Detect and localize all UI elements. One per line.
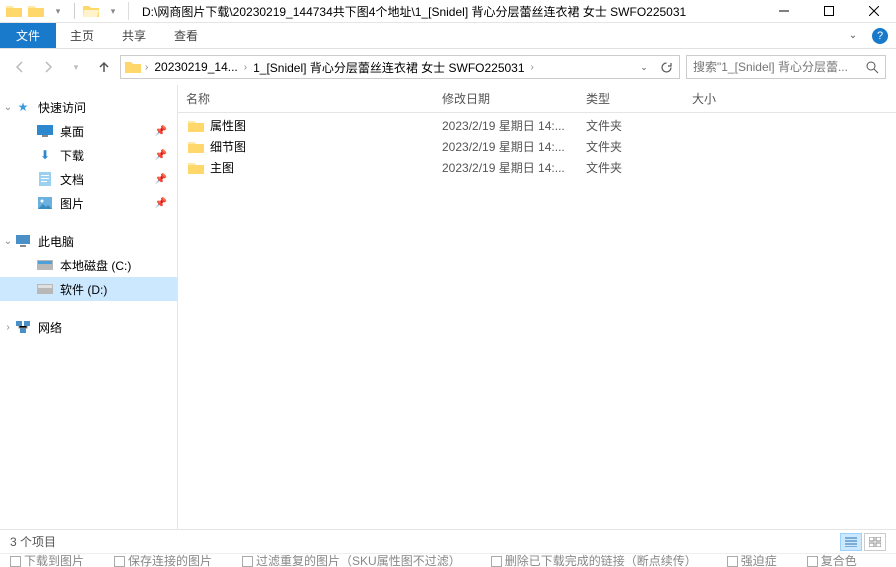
back-button[interactable] [10, 57, 30, 77]
window-title: D:\网商图片下载\20230219_144734共下图4个地址\1_[Snid… [136, 3, 761, 20]
item-date: 2023/2/19 星期日 14:... [442, 159, 586, 176]
status-text: 3 个项目 [10, 533, 56, 550]
ribbon-tabs: 文件 主页 共享 查看 ⌄ ? [0, 23, 896, 49]
ribbon-share-tab[interactable]: 共享 [108, 23, 160, 48]
ribbon-view-tab[interactable]: 查看 [160, 23, 212, 48]
list-item[interactable]: 属性图 2023/2/19 星期日 14:... 文件夹 [178, 115, 896, 136]
chevron-right-icon[interactable]: › [242, 62, 249, 73]
column-header-name[interactable]: 名称 [186, 90, 442, 107]
nav-this-pc[interactable]: ⌄ 此电脑 [0, 229, 177, 253]
column-headers: 名称 修改日期 类型 大小 [178, 85, 896, 113]
network-icon [14, 319, 32, 335]
document-icon [36, 171, 54, 187]
item-name: 细节图 [206, 138, 442, 155]
folder-icon [26, 1, 46, 21]
chevron-right-icon[interactable]: › [529, 62, 536, 73]
close-button[interactable] [851, 0, 896, 23]
address-dropdown-button[interactable]: ⌄ [633, 62, 655, 73]
breadcrumb-segment[interactable]: 20230219_14... [150, 60, 241, 74]
view-thumbnails-button[interactable] [864, 533, 886, 551]
folder-icon [186, 161, 206, 175]
search-input[interactable] [687, 60, 859, 74]
list-item[interactable]: 主图 2023/2/19 星期日 14:... 文件夹 [178, 157, 896, 178]
item-type: 文件夹 [586, 159, 692, 176]
item-name: 主图 [206, 159, 442, 176]
item-name: 属性图 [206, 117, 442, 134]
refresh-button[interactable] [655, 61, 677, 74]
column-header-type[interactable]: 类型 [586, 90, 692, 107]
nav-network[interactable]: › 网络 [0, 315, 177, 339]
nav-downloads[interactable]: ⬇ 下载 📌 [0, 143, 177, 167]
pin-icon: 📌 [155, 126, 167, 137]
pin-icon: 📌 [155, 198, 167, 209]
help-icon[interactable]: ? [872, 28, 888, 44]
item-type: 文件夹 [586, 117, 692, 134]
ribbon-home-tab[interactable]: 主页 [56, 23, 108, 48]
item-date: 2023/2/19 星期日 14:... [442, 117, 586, 134]
navigation-pane: ⌄ ★ 快速访问 桌面 📌 ⬇ 下载 📌 文档 📌 [0, 85, 178, 529]
address-bar-row: ▾ › 20230219_14... › 1_[Snidel] 背心分层蕾丝连衣… [0, 49, 896, 85]
pin-icon: 📌 [155, 150, 167, 161]
pin-icon: 📌 [155, 174, 167, 185]
title-bar: ▾ ▾ D:\网商图片下载\20230219_144734共下图4个地址\1_[… [0, 0, 896, 23]
column-header-size[interactable]: 大小 [692, 90, 772, 107]
forward-button[interactable] [38, 57, 58, 77]
ribbon-file-tab[interactable]: 文件 [0, 23, 56, 48]
nav-documents[interactable]: 文档 📌 [0, 167, 177, 191]
status-bar: 3 个项目 [0, 529, 896, 553]
folder-open-icon [81, 1, 101, 21]
recent-dropdown[interactable]: ▾ [66, 57, 86, 77]
ribbon-expand-button[interactable]: ⌄ [838, 23, 868, 48]
minimize-button[interactable] [761, 0, 806, 23]
folder-icon [123, 60, 143, 74]
item-type: 文件夹 [586, 138, 692, 155]
nav-pictures[interactable]: 图片 📌 [0, 191, 177, 215]
up-button[interactable] [94, 57, 114, 77]
file-list-pane: 名称 修改日期 类型 大小 属性图 2023/2/19 星期日 14:... 文… [178, 85, 896, 529]
expand-icon[interactable]: › [2, 322, 14, 333]
expand-icon[interactable]: ⌄ [2, 236, 14, 247]
nav-drive-c[interactable]: 本地磁盘 (C:) [0, 253, 177, 277]
breadcrumb-segment[interactable]: 1_[Snidel] 背心分层蕾丝连衣裙 女士 SWFO225031 [249, 59, 528, 76]
folder-icon [4, 1, 24, 21]
drive-icon [36, 281, 54, 297]
chevron-right-icon[interactable]: › [143, 62, 150, 73]
search-box[interactable] [686, 55, 886, 79]
qat-dropdown-icon[interactable]: ▾ [103, 1, 123, 21]
list-item[interactable]: 细节图 2023/2/19 星期日 14:... 文件夹 [178, 136, 896, 157]
search-icon[interactable] [859, 61, 885, 74]
expand-icon[interactable]: ⌄ [2, 102, 14, 113]
clipped-toolbar: 下载到图片 保存连接的图片 过滤重复的图片（SKU属性图不过滤） 删除已下载完成… [0, 553, 896, 567]
address-bar[interactable]: › 20230219_14... › 1_[Snidel] 背心分层蕾丝连衣裙 … [120, 55, 680, 79]
maximize-button[interactable] [806, 0, 851, 23]
nav-quick-access[interactable]: ⌄ ★ 快速访问 [0, 95, 177, 119]
picture-icon [36, 195, 54, 211]
nav-drive-d[interactable]: 软件 (D:) [0, 277, 177, 301]
nav-desktop[interactable]: 桌面 📌 [0, 119, 177, 143]
download-icon: ⬇ [36, 147, 54, 163]
view-details-button[interactable] [840, 533, 862, 551]
item-date: 2023/2/19 星期日 14:... [442, 138, 586, 155]
folder-icon [186, 119, 206, 133]
drive-icon [36, 257, 54, 273]
desktop-icon [36, 123, 54, 139]
column-header-date[interactable]: 修改日期 [442, 90, 586, 107]
computer-icon [14, 233, 32, 249]
star-icon: ★ [14, 99, 32, 115]
folder-icon [186, 140, 206, 154]
chevron-down-icon[interactable]: ▾ [48, 1, 68, 21]
